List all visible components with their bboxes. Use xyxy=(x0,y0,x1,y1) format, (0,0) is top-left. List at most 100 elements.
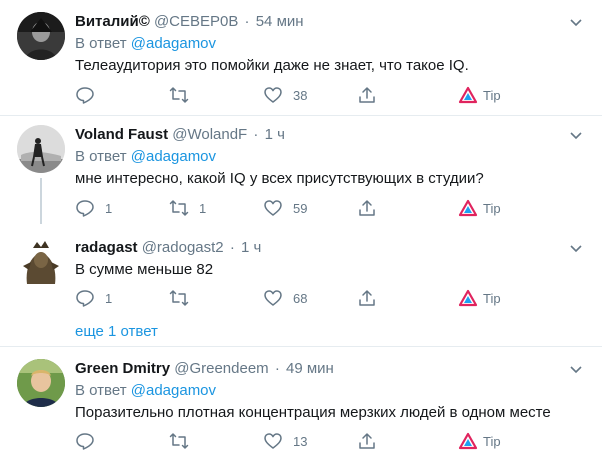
tweet-header: Voland Faust @WolandF · 1 ч xyxy=(75,125,285,145)
tip-label: Tip xyxy=(483,290,501,306)
heart-icon xyxy=(264,433,282,449)
reply-context: В ответ @adagamov xyxy=(75,381,216,401)
timestamp[interactable]: 49 мин xyxy=(286,360,334,377)
display-name[interactable]: radagast xyxy=(75,239,138,256)
tip-label: Tip xyxy=(483,433,501,449)
reply-button[interactable]: 1 xyxy=(75,287,112,309)
tweet-2[interactable]: Voland Faust @WolandF · 1 ч В ответ @ada… xyxy=(0,116,602,224)
timestamp[interactable]: 1 ч xyxy=(241,239,261,256)
retweet-button[interactable] xyxy=(169,84,199,106)
share-button[interactable] xyxy=(357,197,377,219)
tip-button[interactable]: Tip xyxy=(458,197,501,219)
separator-dot: · xyxy=(229,239,235,256)
user-handle[interactable]: @radogast2 xyxy=(142,239,224,256)
reply-prefix: В ответ xyxy=(75,148,127,165)
mention-link[interactable]: @adagamov xyxy=(131,382,216,399)
reply-icon xyxy=(76,200,94,217)
avatar[interactable] xyxy=(17,125,65,173)
reply-context: В ответ @adagamov xyxy=(75,34,216,54)
reply-icon xyxy=(76,290,94,307)
retweet-count: 1 xyxy=(199,200,207,216)
tip-icon xyxy=(458,199,478,217)
reply-count: 1 xyxy=(105,200,113,216)
share-icon xyxy=(359,290,375,306)
user-handle[interactable]: @WolandF xyxy=(172,126,247,143)
like-button[interactable]: 38 xyxy=(263,84,307,106)
heart-icon xyxy=(264,87,282,103)
reply-prefix: В ответ xyxy=(75,382,127,399)
tweet-text: Поразительно плотная концентрация мерзки… xyxy=(75,404,551,421)
reply-icon xyxy=(76,87,94,104)
like-button[interactable]: 59 xyxy=(263,197,307,219)
like-button[interactable]: 13 xyxy=(263,430,307,452)
like-count: 68 xyxy=(293,290,308,306)
tweet-text: В сумме меньше 82 xyxy=(75,261,214,278)
mention-link[interactable]: @adagamov xyxy=(131,35,216,52)
tweet-actions: 1 1 59 Tip xyxy=(75,197,515,219)
user-handle[interactable]: @Greendeem xyxy=(174,360,268,377)
like-count: 59 xyxy=(293,200,308,216)
heart-icon xyxy=(264,290,282,306)
chevron-down-icon[interactable] xyxy=(568,14,584,30)
display-name[interactable]: Виталий© xyxy=(75,13,150,30)
retweet-button[interactable]: 1 xyxy=(169,197,206,219)
mention-link[interactable]: @adagamov xyxy=(131,148,216,165)
tip-label: Tip xyxy=(483,87,501,103)
reply-button[interactable] xyxy=(75,430,105,452)
reply-context: В ответ @adagamov xyxy=(75,147,216,167)
display-name[interactable]: Green Dmitry xyxy=(75,360,170,377)
tip-icon xyxy=(458,289,478,307)
retweet-icon xyxy=(169,290,189,306)
tweet-text: Телеаудитория это помойки даже не знает,… xyxy=(75,57,469,74)
tip-button[interactable]: Tip xyxy=(458,287,501,309)
tweet-header: Виталий© @СЕВЕР0В · 54 мин xyxy=(75,12,304,32)
tweet-actions: 13 Tip xyxy=(75,430,515,452)
retweet-icon xyxy=(169,200,189,216)
reply-icon xyxy=(76,433,94,450)
timestamp[interactable]: 54 мин xyxy=(256,13,304,30)
display-name[interactable]: Voland Faust xyxy=(75,126,168,143)
avatar[interactable] xyxy=(17,238,65,286)
avatar[interactable] xyxy=(17,359,65,407)
heart-icon xyxy=(264,200,282,216)
tip-button[interactable]: Tip xyxy=(458,84,501,106)
reply-button[interactable]: 1 xyxy=(75,197,112,219)
tweet-actions: 1 68 Tip xyxy=(75,287,515,309)
tweet-text: мне интересно, какой IQ у всех присутств… xyxy=(75,170,484,187)
avatar[interactable] xyxy=(17,12,65,60)
user-handle[interactable]: @СЕВЕР0В xyxy=(154,13,238,30)
separator-dot: · xyxy=(274,360,280,377)
tip-label: Tip xyxy=(483,200,501,216)
tweet-4[interactable]: Green Dmitry @Greendeem · 49 мин В ответ… xyxy=(0,347,602,465)
show-more-replies-link[interactable]: еще 1 ответ xyxy=(75,322,158,342)
tweet-header: radagast @radogast2 · 1 ч xyxy=(75,238,261,258)
share-button[interactable] xyxy=(357,430,377,452)
timestamp[interactable]: 1 ч xyxy=(265,126,285,143)
chevron-down-icon[interactable] xyxy=(568,240,584,256)
like-count: 38 xyxy=(293,87,308,103)
retweet-button[interactable] xyxy=(169,430,199,452)
share-icon xyxy=(359,433,375,449)
reply-button[interactable] xyxy=(75,84,105,106)
chevron-down-icon[interactable] xyxy=(568,127,584,143)
separator-dot: · xyxy=(244,13,250,30)
retweet-icon xyxy=(169,433,189,449)
tweet-header: Green Dmitry @Greendeem · 49 мин xyxy=(75,359,334,379)
reply-count: 1 xyxy=(105,290,113,306)
tip-icon xyxy=(458,432,478,450)
thread-line xyxy=(40,178,42,224)
tip-button[interactable]: Tip xyxy=(458,430,501,452)
share-button[interactable] xyxy=(357,287,377,309)
share-icon xyxy=(359,200,375,216)
like-button[interactable]: 68 xyxy=(263,287,307,309)
separator-dot: · xyxy=(253,126,259,143)
tweet-actions: 38 Tip xyxy=(75,84,515,106)
tweet-1[interactable]: Виталий© @СЕВЕР0В · 54 мин В ответ @adag… xyxy=(0,0,602,115)
share-icon xyxy=(359,87,375,103)
retweet-icon xyxy=(169,87,189,103)
tip-icon xyxy=(458,86,478,104)
share-button[interactable] xyxy=(357,84,377,106)
retweet-button[interactable] xyxy=(169,287,199,309)
tweet-3[interactable]: radagast @radogast2 · 1 ч В сумме меньше… xyxy=(0,224,602,314)
chevron-down-icon[interactable] xyxy=(568,361,584,377)
